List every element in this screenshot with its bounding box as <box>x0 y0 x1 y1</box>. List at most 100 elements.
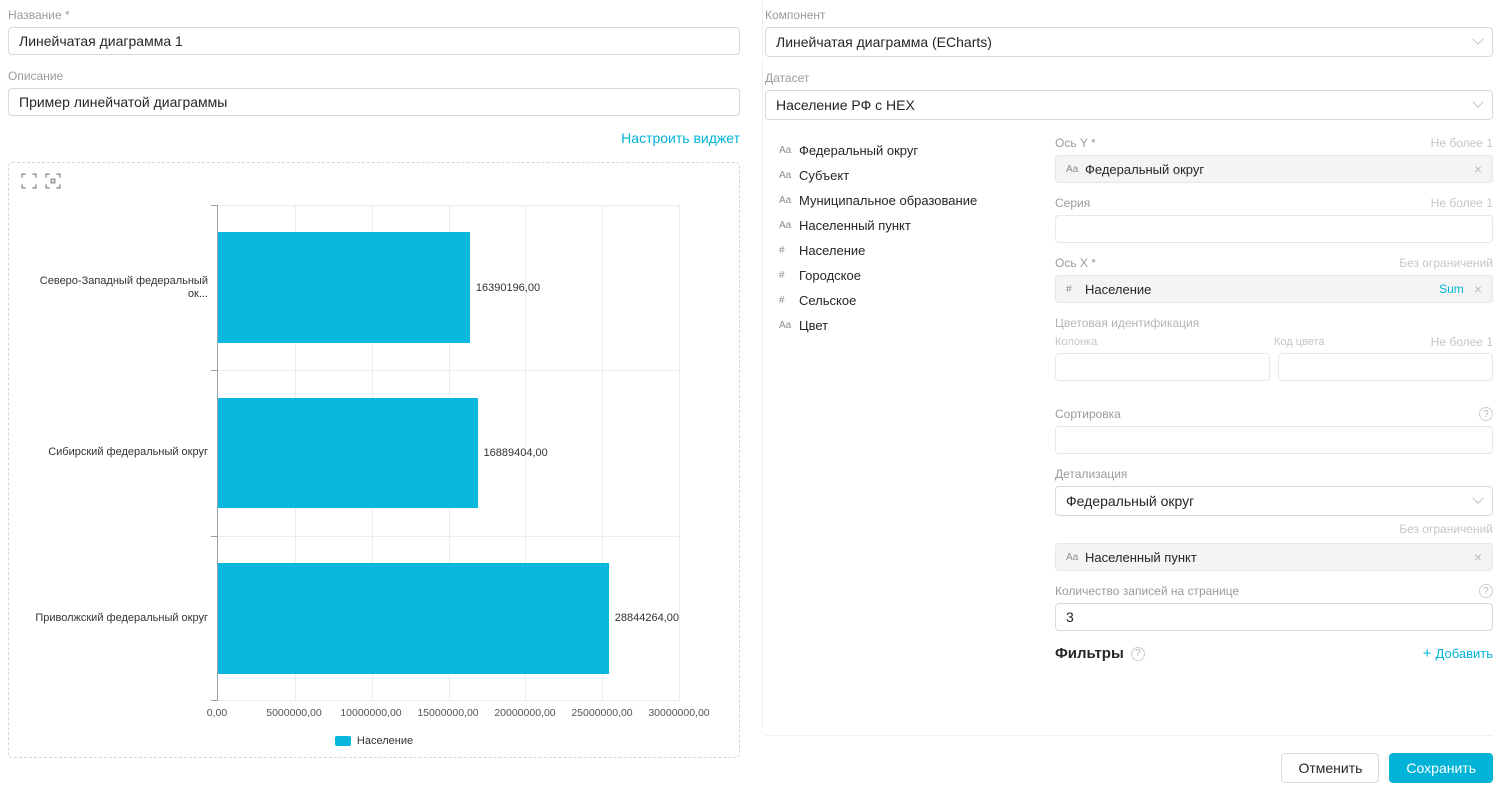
color-column-input[interactable] <box>1055 353 1270 381</box>
field-type-icon: # <box>779 270 793 281</box>
field-name: Федеральный округ <box>799 143 918 158</box>
help-icon[interactable]: ? <box>1479 584 1493 598</box>
sorting-label: Сортировка <box>1055 407 1121 421</box>
category-label: Сибирский федеральный округ <box>21 370 217 535</box>
value-label: 16889404,00 <box>484 447 548 459</box>
field-name: Муниципальное образование <box>799 193 977 208</box>
x-tick-label: 15000000,00 <box>417 707 478 719</box>
field-type-icon: # <box>779 245 793 256</box>
add-filter-label: Добавить <box>1436 646 1493 661</box>
bar[interactable] <box>218 398 478 509</box>
axis-tick <box>211 536 218 537</box>
category-label: Северо-Западный федеральный ок... <box>21 205 217 370</box>
category-label: Приволжский федеральный округ <box>21 536 217 701</box>
axis-tick <box>211 370 218 371</box>
axis-x-field[interactable]: # Население Sum × <box>1055 275 1493 303</box>
cancel-button[interactable]: Отменить <box>1281 753 1379 783</box>
bar-chart: Северо-Западный федеральный ок...Сибирск… <box>21 205 727 701</box>
bar-row: 28844264,00 <box>218 536 679 701</box>
axis-x-label: Ось X * <box>1055 256 1096 270</box>
field-name: Население <box>799 243 865 258</box>
name-label: Название * <box>8 8 740 22</box>
x-axis-labels: 0,005000000,0010000000,0015000000,002000… <box>217 701 679 719</box>
field-name: Населенный пункт <box>799 218 911 233</box>
component-label: Компонент <box>765 8 1493 22</box>
chevron-down-icon <box>1472 97 1483 108</box>
axis-x-limit-hint: Без ограничений <box>1399 256 1493 270</box>
remove-icon[interactable]: × <box>1474 162 1482 176</box>
dataset-select[interactable]: Население РФ с HEX <box>765 90 1493 120</box>
config-column: Ось Y * Не более 1 Aa Федеральный округ … <box>1055 136 1493 662</box>
axis-y-field[interactable]: Aa Федеральный округ × <box>1055 155 1493 183</box>
bar[interactable] <box>218 563 609 674</box>
gridline <box>679 205 680 701</box>
component-select[interactable]: Линейчатая диаграмма (ECharts) <box>765 27 1493 57</box>
color-code-input[interactable] <box>1278 353 1493 381</box>
chart-legend[interactable]: Население <box>21 735 727 747</box>
field-type-icon: # <box>779 295 793 306</box>
value-label: 16390196,00 <box>476 282 540 294</box>
value-label: 28844264,00 <box>615 612 679 624</box>
legend-label: Население <box>357 735 413 747</box>
sorting-input[interactable] <box>1055 426 1493 454</box>
sum-aggregation-tag[interactable]: Sum <box>1439 282 1464 296</box>
name-input[interactable] <box>8 27 740 55</box>
component-value: Линейчатая диаграмма (ECharts) <box>776 34 992 50</box>
left-panel: Название * Описание Настроить виджет <box>8 8 740 758</box>
dataset-value: Население РФ с HEX <box>776 97 915 113</box>
bar[interactable] <box>218 232 470 343</box>
remove-icon[interactable]: × <box>1474 550 1482 564</box>
dataset-field[interactable]: AaЦвет <box>779 313 1055 338</box>
bar-row: 16390196,00 <box>218 205 679 370</box>
description-label: Описание <box>8 69 740 83</box>
chevron-down-icon <box>1472 34 1483 45</box>
series-limit-hint: Не более 1 <box>1431 196 1493 210</box>
dataset-fields-list: AaФедеральный округAaСубъектAaМуниципаль… <box>765 136 1055 662</box>
dataset-field[interactable]: #Городское <box>779 263 1055 288</box>
color-identification-label: Цветовая идентификация <box>1055 316 1493 330</box>
chart-preview: Северо-Западный федеральный ок...Сибирск… <box>8 162 740 758</box>
crop-corners-icon[interactable] <box>21 173 37 189</box>
color-limit-hint: Не более 1 <box>1431 335 1493 349</box>
help-icon[interactable]: ? <box>1479 407 1493 421</box>
plot-area: 16390196,00 16889404,00 28844264,00 <box>217 205 679 701</box>
dataset-field[interactable]: Aa Населенный пункт <box>779 213 1055 238</box>
remove-icon[interactable]: × <box>1474 282 1482 296</box>
dataset-field[interactable]: # Население <box>779 238 1055 263</box>
x-tick-label: 20000000,00 <box>494 707 555 719</box>
series-input[interactable] <box>1055 215 1493 243</box>
field-type-icon: Aa <box>779 220 793 231</box>
help-icon[interactable]: ? <box>1131 647 1145 661</box>
drilldown-field[interactable]: Aa Населенный пункт × <box>1055 543 1493 571</box>
field-type-icon: Aa <box>779 170 793 181</box>
bar-row: 16889404,00 <box>218 370 679 535</box>
dataset-field[interactable]: Aa Федеральный округ <box>779 138 1055 163</box>
settings-panel: Компонент Линейчатая диаграмма (ECharts)… <box>765 8 1493 783</box>
chevron-down-icon <box>1472 493 1483 504</box>
dataset-label: Датасет <box>765 71 1493 85</box>
field-type-icon: Aa <box>779 195 793 206</box>
description-input[interactable] <box>8 88 740 116</box>
configure-widget-link[interactable]: Настроить виджет <box>621 130 740 146</box>
drilldown-select[interactable]: Федеральный округ <box>1055 486 1493 516</box>
x-tick-label: 25000000,00 <box>571 707 632 719</box>
page-size-input[interactable] <box>1055 603 1493 631</box>
panel-divider <box>762 0 763 728</box>
axis-tick <box>211 205 218 206</box>
plus-icon: + <box>1423 646 1432 661</box>
dataset-field[interactable]: AaСубъект <box>779 163 1055 188</box>
field-name: Цвет <box>799 318 828 333</box>
dataset-field[interactable]: # Сельское <box>779 288 1055 313</box>
field-name: Сельское <box>799 293 856 308</box>
drilldown-label: Детализация <box>1055 467 1493 481</box>
add-filter-button[interactable]: + Добавить <box>1423 646 1493 661</box>
series-label: Серия <box>1055 196 1090 210</box>
axis-y-limit-hint: Не более 1 <box>1431 136 1493 150</box>
dataset-field[interactable]: Aa Муниципальное образование <box>779 188 1055 213</box>
drilldown-value: Федеральный округ <box>1066 493 1194 509</box>
widget-editor: Название * Описание Настроить виджет <box>0 0 1506 791</box>
fullscreen-icon[interactable] <box>45 173 61 189</box>
field-type-icon: Aa <box>779 145 793 156</box>
x-tick-label: 30000000,00 <box>648 707 709 719</box>
save-button[interactable]: Сохранить <box>1389 753 1493 783</box>
